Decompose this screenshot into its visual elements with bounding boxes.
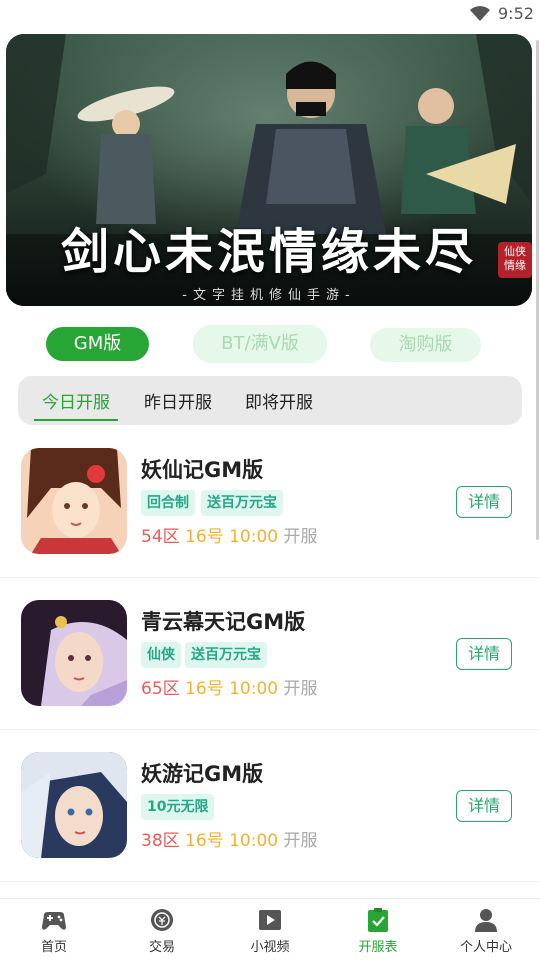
gamepad-icon	[42, 912, 66, 930]
open-time: 16号 10:00	[185, 527, 279, 547]
list-item[interactable]: 妖游记GM版 10元无限 38区 16号 10:00 开服 详情	[0, 730, 540, 882]
video-play-icon	[259, 910, 281, 930]
tab-upcoming[interactable]: 即将开服	[245, 388, 313, 413]
tab-label: 开服表	[358, 940, 398, 955]
tab-label: 个人中心	[459, 940, 512, 955]
clipboard-check-icon	[368, 908, 388, 932]
game-tag: 10元无限	[141, 794, 215, 820]
game-tag: 送百万元宝	[201, 490, 283, 516]
banner-slogan: 剑心未泯情缘未尽	[60, 224, 477, 280]
game-name: 妖仙记GM版	[141, 458, 264, 482]
open-time: 16号 10:00	[185, 831, 279, 851]
game-name: 妖游记GM版	[141, 762, 264, 786]
tab-trade[interactable]: 交易	[108, 899, 216, 961]
wifi-icon	[470, 6, 490, 21]
promo-banner[interactable]: 剑心未泯情缘未尽 -文字挂机修仙手游- 仙侠 情缘	[6, 34, 532, 306]
tab-yesterday[interactable]: 昨日开服	[144, 388, 212, 413]
tab-label: 首页	[40, 940, 67, 955]
open-label: 开服	[283, 527, 318, 547]
tab-taogou[interactable]: 淘购版	[370, 328, 481, 362]
user-icon	[475, 909, 497, 932]
banner-seal: 仙侠 情缘	[498, 242, 532, 278]
tab-label: 交易	[148, 940, 175, 955]
game-tag: 回合制	[141, 490, 195, 516]
scrollbar[interactable]	[536, 40, 539, 540]
bottom-tab-bar: 首页 交易 小视频 开服表 个人中心	[0, 898, 540, 960]
game-tag: 送百万元宝	[185, 642, 267, 668]
server-zone: 65区	[141, 679, 180, 699]
tab-video[interactable]: 小视频	[216, 899, 324, 961]
open-time: 16号 10:00	[185, 679, 279, 699]
game-icon	[21, 752, 127, 858]
status-time: 9:52	[498, 4, 534, 23]
status-bar: 9:52	[0, 0, 540, 30]
detail-button[interactable]: 详情	[456, 638, 512, 670]
tab-today[interactable]: 今日开服	[34, 388, 118, 421]
open-label: 开服	[283, 831, 318, 851]
detail-button[interactable]: 详情	[456, 790, 512, 822]
game-name: 青云幕天记GM版	[141, 610, 306, 634]
tab-gm[interactable]: GM版	[46, 327, 149, 361]
tab-profile[interactable]: 个人中心	[432, 899, 540, 961]
day-tabs: 今日开服 昨日开服 即将开服	[18, 376, 522, 425]
version-tabs: GM版 BT/满V版 淘购版	[0, 325, 540, 365]
banner-subtitle: -文字挂机修仙手游-	[182, 288, 356, 303]
tab-label: 小视频	[250, 940, 290, 955]
trade-icon	[151, 909, 173, 931]
list-item[interactable]: 妖仙记GM版 回合制 送百万元宝 54区 16号 10:00 开服 详情	[0, 426, 540, 578]
open-label: 开服	[283, 679, 318, 699]
game-icon	[21, 600, 127, 706]
server-zone: 54区	[141, 527, 180, 547]
game-tag: 仙侠	[141, 642, 181, 668]
list-item[interactable]: 青云幕天记GM版 仙侠 送百万元宝 65区 16号 10:00 开服 详情	[0, 578, 540, 730]
game-icon	[21, 448, 127, 554]
tab-server-list[interactable]: 开服表	[324, 899, 432, 961]
server-zone: 38区	[141, 831, 180, 851]
tab-bt-vip[interactable]: BT/满V版	[193, 325, 327, 363]
detail-button[interactable]: 详情	[456, 486, 512, 518]
tab-home[interactable]: 首页	[0, 899, 108, 961]
